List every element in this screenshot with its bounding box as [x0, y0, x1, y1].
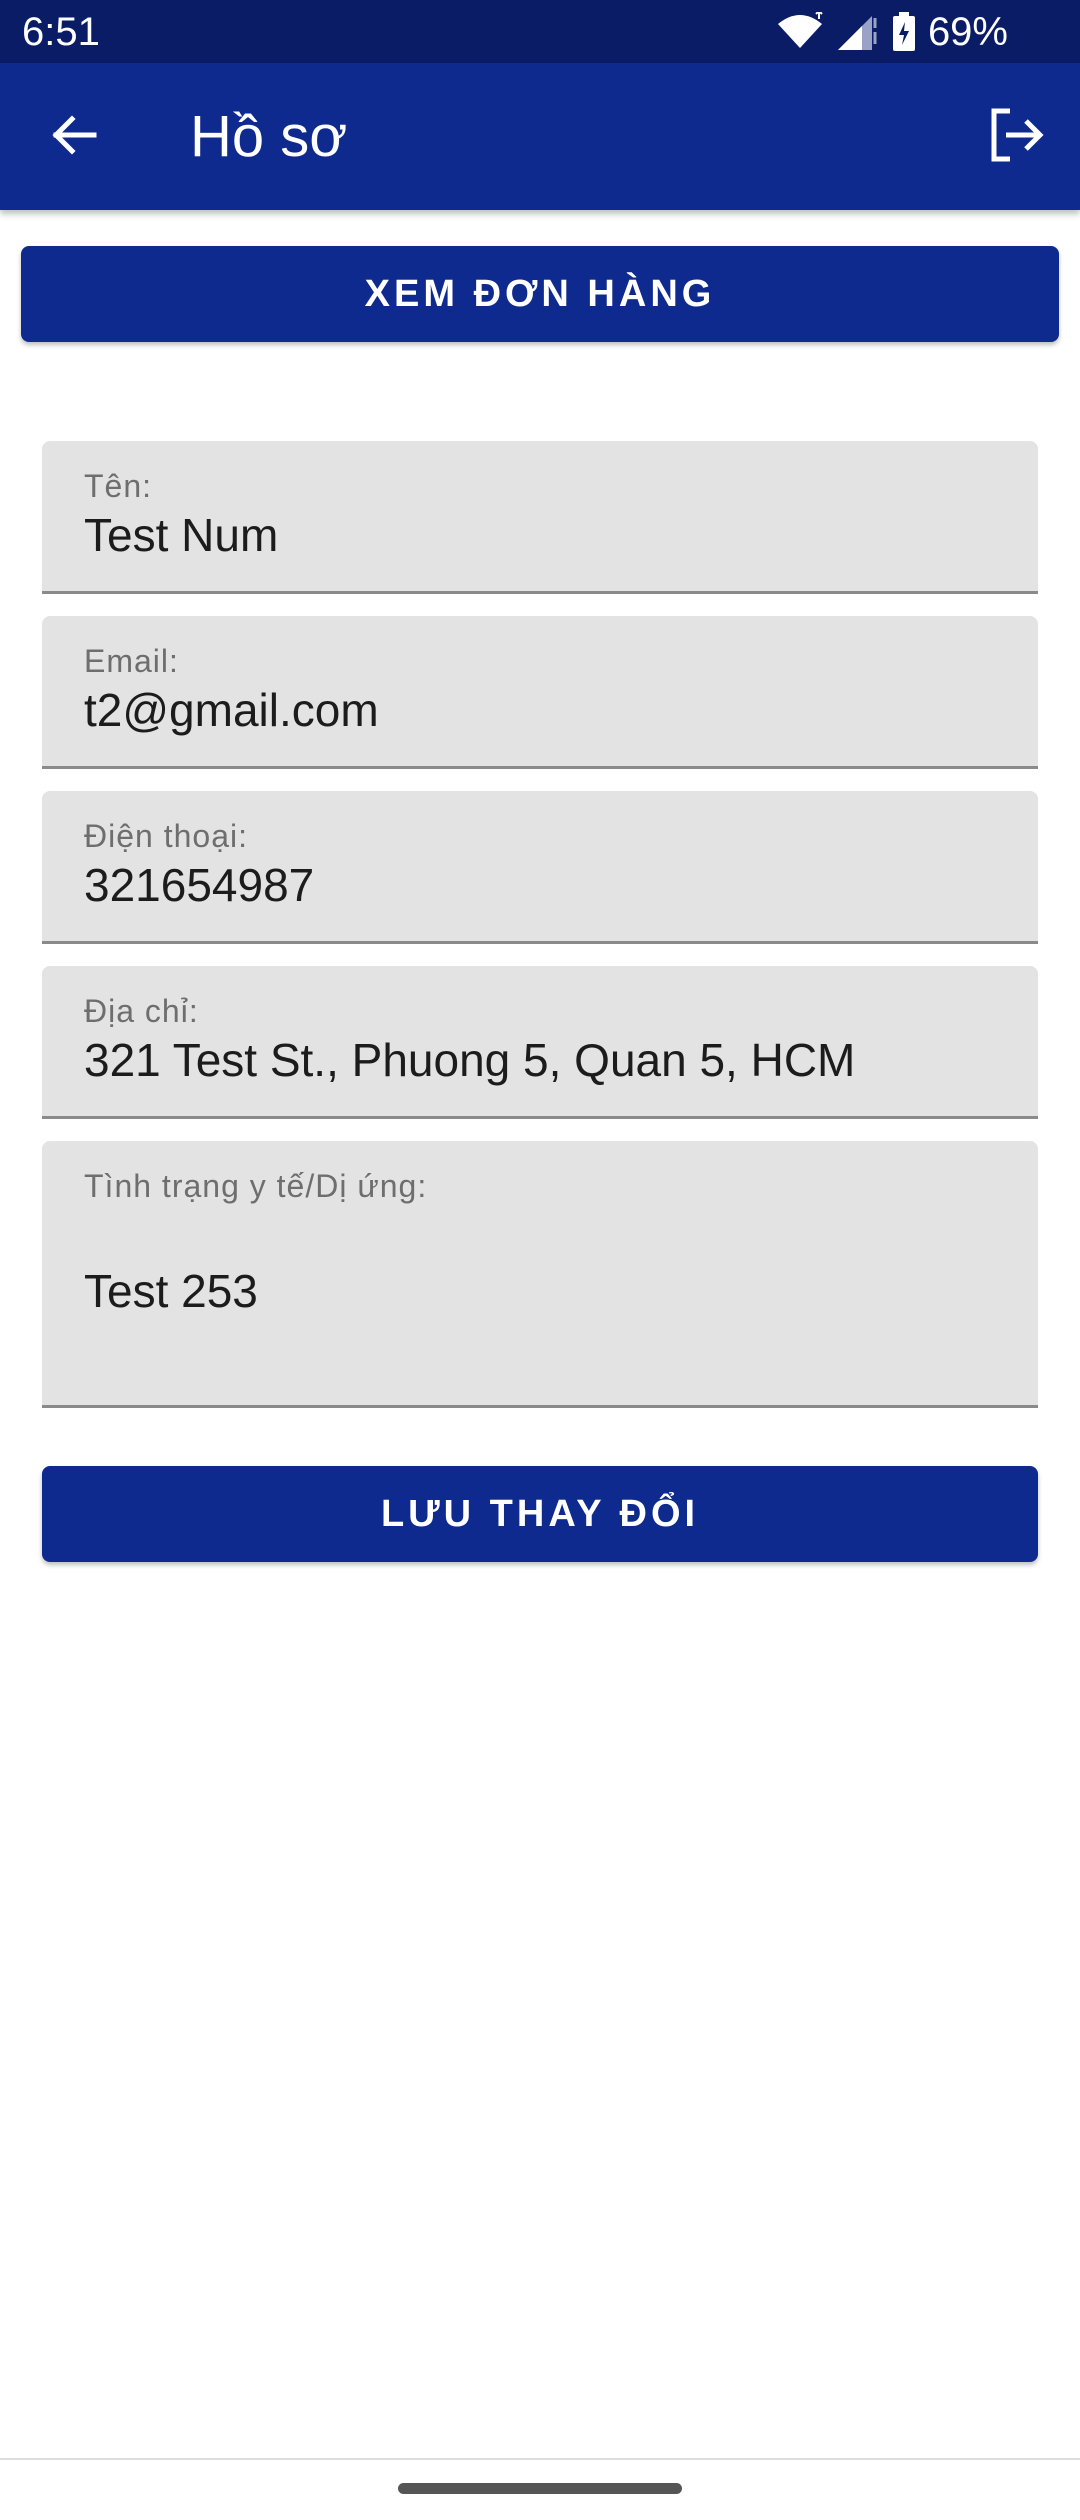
page-title: Hồ sơ — [190, 104, 348, 169]
medical-condition-label: Tình trạng y tế/Dị ứng: — [84, 1168, 428, 1204]
address-value[interactable]: 321 Test St., Phuong 5, Quan 5, HCM — [84, 1032, 855, 1088]
status-time: 6:51 — [22, 10, 100, 54]
save-changes-button[interactable]: LƯU THAY ĐỔI — [42, 1466, 1038, 1562]
name-value[interactable]: Test Num — [84, 507, 278, 563]
phone-value[interactable]: 321654987 — [84, 857, 314, 913]
logout-icon — [988, 107, 1044, 168]
save-changes-label: LƯU THAY ĐỔI — [380, 1492, 700, 1535]
address-label: Địa chỉ: — [84, 993, 199, 1029]
app-bar: Hồ sơ — [0, 63, 1080, 210]
medical-condition-value[interactable]: Test 253 — [84, 1263, 258, 1319]
phone-label: Điện thoại: — [84, 818, 248, 854]
view-orders-button[interactable]: XEM ĐƠN HÀNG — [21, 246, 1059, 342]
logout-button[interactable] — [980, 101, 1052, 173]
back-button[interactable] — [38, 101, 110, 173]
arrow-left-icon — [50, 111, 98, 164]
nav-divider — [0, 2458, 1080, 2460]
address-field[interactable]: Địa chỉ: 321 Test St., Phuong 5, Quan 5,… — [42, 966, 1038, 1119]
status-bar: 6:51 69% — [0, 0, 1080, 63]
medical-condition-field[interactable]: Tình trạng y tế/Dị ứng: Test 253 — [42, 1141, 1038, 1408]
phone-field[interactable]: Điện thoại: 321654987 — [42, 791, 1038, 944]
battery-icon — [892, 12, 916, 52]
name-label: Tên: — [84, 468, 153, 504]
name-field[interactable]: Tên: Test Num — [42, 441, 1038, 594]
email-field[interactable]: Email: t2@gmail.com — [42, 616, 1038, 769]
email-value[interactable]: t2@gmail.com — [84, 682, 379, 738]
signal-icon — [836, 12, 880, 52]
profile-screen: 6:51 69% Hồ sơ XEM ĐƠN HÀNG Tên: Test Nu… — [0, 0, 1080, 2520]
home-indicator[interactable] — [398, 2483, 682, 2494]
battery-percentage: 69% — [927, 10, 1008, 54]
view-orders-label: XEM ĐƠN HÀNG — [364, 272, 716, 315]
status-icons: 69% — [776, 8, 1008, 56]
wifi-icon — [776, 12, 824, 52]
email-label: Email: — [84, 643, 179, 679]
